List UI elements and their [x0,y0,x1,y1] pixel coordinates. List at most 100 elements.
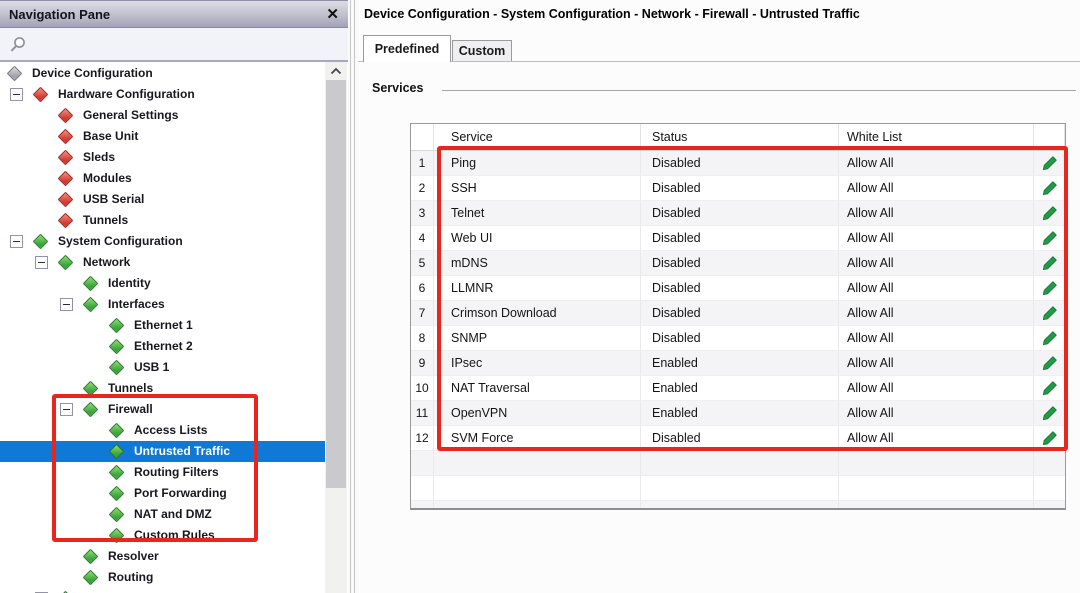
tree-item-sleds[interactable]: Sleds [0,147,325,168]
cell-service: Web UI [434,226,641,250]
tree-item-ethernet-1[interactable]: Ethernet 1 [0,315,325,336]
gray-diamond-icon [6,65,23,82]
edit-pencil-icon[interactable] [1042,330,1058,346]
table-row-ssh[interactable]: 2SSHDisabledAllow All [411,176,1065,201]
scrollbar-thumb[interactable] [326,80,346,488]
cell-status: Disabled [641,276,839,300]
table-row-telnet[interactable]: 3TelnetDisabledAllow All [411,201,1065,226]
tree-item-firewall[interactable]: Firewall [0,399,325,420]
tree-item-ethernet-2[interactable]: Ethernet 2 [0,336,325,357]
tree-item-device-configuration[interactable]: Device Configuration [0,63,325,84]
edit-pencil-icon[interactable] [1042,230,1058,246]
search-bar[interactable] [0,28,348,62]
table-row-mdns[interactable]: 5mDNSDisabledAllow All [411,251,1065,276]
edit-pencil-icon[interactable] [1042,380,1058,396]
scroll-up-button[interactable] [325,62,347,80]
tree-item-tunnels[interactable]: Tunnels [0,378,325,399]
tree-item-services[interactable]: Services [0,588,325,593]
table-row-snmp[interactable]: 8SNMPDisabledAllow All [411,326,1065,351]
tree-item-routing[interactable]: Routing [0,567,325,588]
tree-item-network[interactable]: Network [0,252,325,273]
edit-pencil-icon[interactable] [1042,155,1058,171]
cell-edit [1034,426,1065,450]
tree-item-system-configuration[interactable]: System Configuration [0,231,325,252]
table-row-web-ui[interactable]: 4Web UIDisabledAllow All [411,226,1065,251]
tree-item-custom-rules[interactable]: Custom Rules [0,525,325,546]
red-diamond-icon [57,191,74,208]
edit-pencil-icon[interactable] [1042,180,1058,196]
edit-pencil-icon[interactable] [1042,355,1058,371]
cell-white_list: Allow All [839,326,1034,350]
navigation-pane: Navigation Pane ✕ Device ConfigurationHa… [0,0,348,593]
column-header-service: Service [434,124,641,150]
tree-item-label: Sleds [83,150,115,164]
cell-service: OpenVPN [434,401,641,425]
cell-white_list: Allow All [839,401,1034,425]
cell-white_list: Allow All [839,176,1034,200]
tab-predefined[interactable]: Predefined [363,35,451,62]
cell-white_list: Allow All [839,151,1034,175]
tree-item-general-settings[interactable]: General Settings [0,105,325,126]
chevron-up-icon [330,67,342,75]
edit-pencil-icon[interactable] [1042,430,1058,446]
table-row-llmnr[interactable]: 6LLMNRDisabledAllow All [411,276,1065,301]
tree-item-usb-serial[interactable]: USB Serial [0,189,325,210]
tree-item-hardware-configuration[interactable]: Hardware Configuration [0,84,325,105]
tree-item-label: NAT and DMZ [134,507,212,521]
tree-item-routing-filters[interactable]: Routing Filters [0,462,325,483]
cell-status [641,476,839,500]
tree-item-untrusted-traffic[interactable]: Untrusted Traffic [0,441,325,462]
tree-item-label: Device Configuration [32,66,153,80]
nav-scrollbar[interactable] [325,62,347,593]
cell-white_list: Allow All [839,426,1034,450]
table-row-svm-force[interactable]: 12SVM ForceDisabledAllow All [411,426,1065,451]
red-diamond-icon [57,128,74,145]
cell-edit [1034,201,1065,225]
expander-minus-icon[interactable] [10,235,23,248]
tree-item-resolver[interactable]: Resolver [0,546,325,567]
table-row-crimson-download[interactable]: 7Crimson DownloadDisabledAllow All [411,301,1065,326]
tree-item-identity[interactable]: Identity [0,273,325,294]
expander-minus-icon[interactable] [35,256,48,269]
expander-minus-icon[interactable] [60,298,73,311]
edit-pencil-icon[interactable] [1042,305,1058,321]
cell-white_list: Allow All [839,376,1034,400]
table-row-ipsec[interactable]: 9IPsecEnabledAllow All [411,351,1065,376]
tree-item-usb-1[interactable]: USB 1 [0,357,325,378]
cell-edit [1034,376,1065,400]
tree-item-interfaces[interactable]: Interfaces [0,294,325,315]
expander-minus-icon[interactable] [10,88,23,101]
tree-item-modules[interactable]: Modules [0,168,325,189]
table-row-openvpn[interactable]: 11OpenVPNEnabledAllow All [411,401,1065,426]
cell-num: 12 [411,426,434,450]
tree-item-base-unit[interactable]: Base Unit [0,126,325,147]
green-diamond-icon [108,527,125,544]
cell-status [641,451,839,475]
green-diamond-icon [108,359,125,376]
cell-edit [1034,401,1065,425]
cell-white_list [839,501,1034,510]
pane-splitter[interactable] [348,0,358,593]
cell-num: 10 [411,376,434,400]
green-diamond-icon [57,254,74,271]
tree-item-access-lists[interactable]: Access Lists [0,420,325,441]
tree-item-tunnels[interactable]: Tunnels [0,210,325,231]
edit-pencil-icon[interactable] [1042,280,1058,296]
tree-item-port-forwarding[interactable]: Port Forwarding [0,483,325,504]
table-row-ping[interactable]: 1PingDisabledAllow All [411,151,1065,176]
edit-pencil-icon[interactable] [1042,205,1058,221]
green-diamond-icon [82,275,99,292]
edit-pencil-icon[interactable] [1042,405,1058,421]
expander-minus-icon[interactable] [60,403,73,416]
close-icon[interactable]: ✕ [326,7,339,22]
tab-custom[interactable]: Custom [452,40,512,61]
cell-service: SNMP [434,326,641,350]
main-panel: Device Configuration - System Configurat… [358,0,1080,593]
tree-item-nat-and-dmz[interactable]: NAT and DMZ [0,504,325,525]
column-header-white_list: White List [839,124,1034,150]
cell-num: 8 [411,326,434,350]
cell-num: 11 [411,401,434,425]
edit-pencil-icon[interactable] [1042,255,1058,271]
tree-item-label: Tunnels [83,213,128,227]
table-row-nat-traversal[interactable]: 10NAT TraversalEnabledAllow All [411,376,1065,401]
